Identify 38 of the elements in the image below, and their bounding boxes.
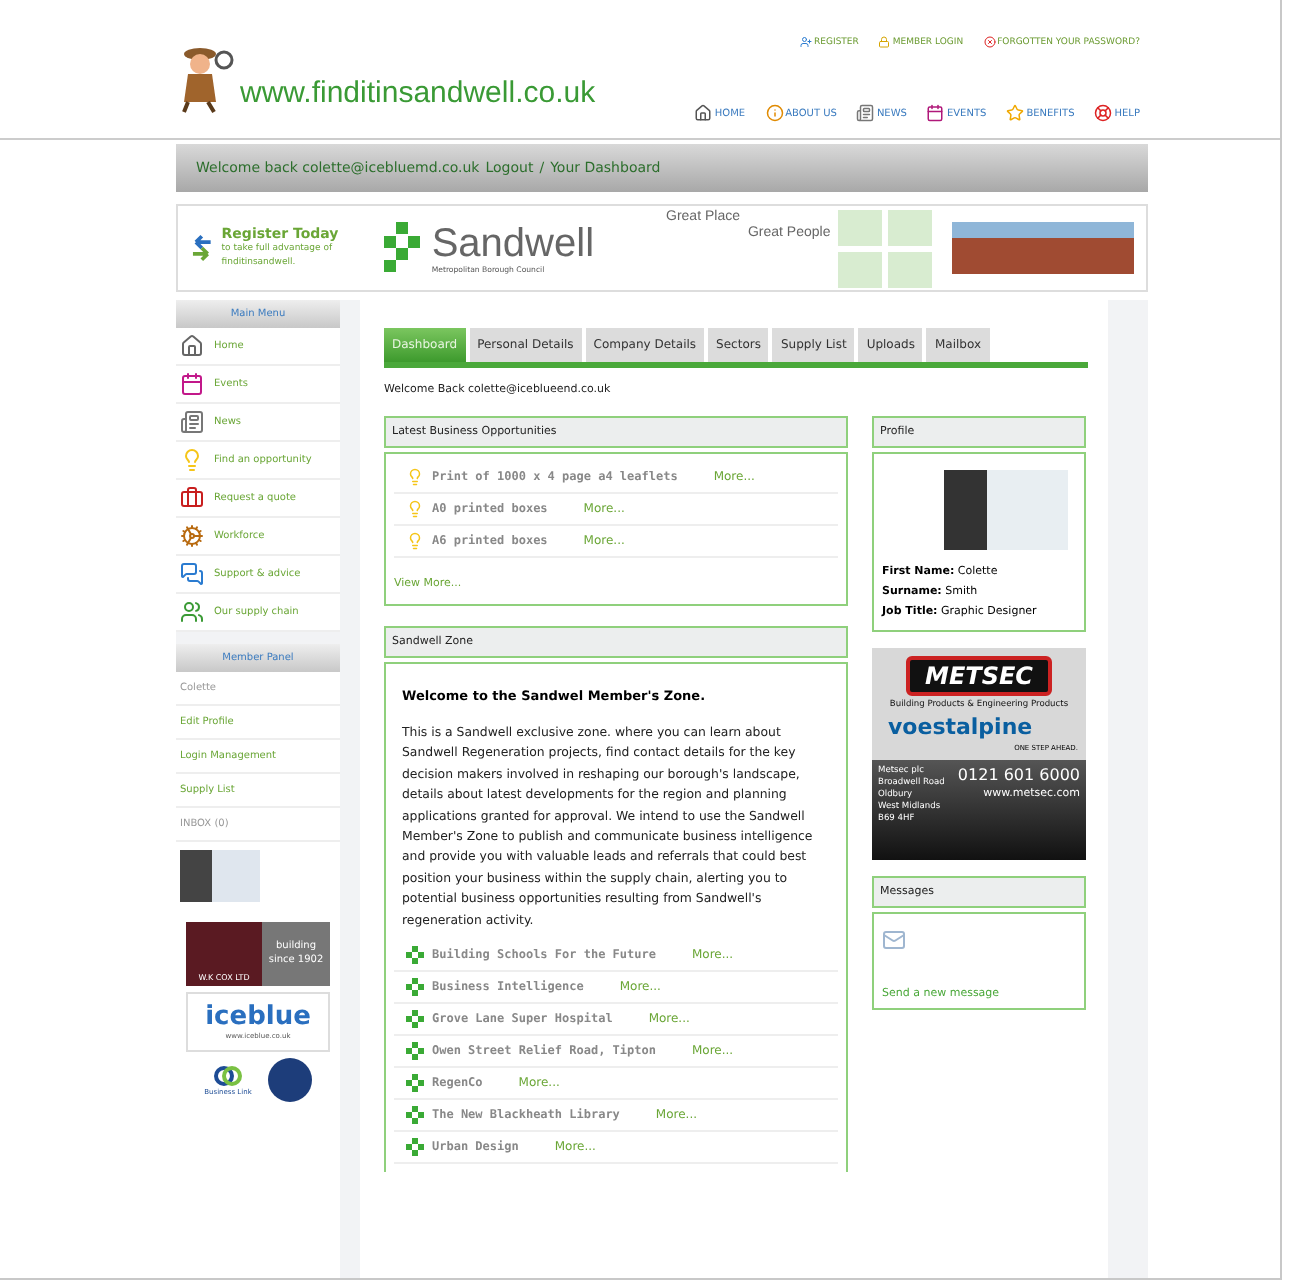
photo-placeholder (944, 470, 1068, 550)
star-icon (1006, 104, 1025, 122)
padlock-icon (878, 36, 891, 48)
close-circle-icon (983, 36, 996, 48)
checker-squares-icon (406, 1042, 424, 1061)
gear-icon (180, 524, 204, 548)
checker-squares-icon (406, 946, 424, 965)
checker-squares-icon (406, 1106, 424, 1125)
lightbulb-icon (406, 468, 424, 486)
newspaper-icon (856, 104, 875, 122)
lightbulb-icon (180, 448, 204, 472)
chat-bubbles-icon (180, 562, 204, 586)
briefcase-icon (180, 486, 204, 510)
advert-brand: METSEC (905, 656, 1053, 696)
checker-squares-icon (406, 1138, 424, 1157)
newspaper-icon (180, 410, 204, 434)
advert-phone: 0121 601 6000 (957, 766, 1080, 784)
council-logo-icon (379, 222, 424, 274)
lightbulb-icon (406, 532, 424, 550)
detective-mascot-drawing (176, 42, 236, 114)
checker-squares-icon (406, 1010, 424, 1029)
user-plus-icon (800, 36, 813, 48)
calendar-icon (180, 372, 204, 396)
info-bubble-icon (765, 104, 784, 122)
square-pattern-drawing (838, 209, 933, 287)
site-logo-text: www.finditinsandwell.co.uk (240, 76, 596, 114)
people-icon (180, 600, 204, 624)
advert-partner: voestalpine (886, 714, 1033, 740)
lifebuoy-icon (1094, 104, 1113, 122)
house-icon (180, 334, 204, 358)
calendar-icon (926, 104, 945, 122)
council-name: Sandwell (431, 223, 595, 263)
checker-squares-icon (406, 978, 424, 997)
photo-placeholder (180, 850, 260, 902)
lightbulb-icon (406, 500, 424, 518)
checker-squares-icon (406, 1074, 424, 1093)
envelope-icon (882, 928, 906, 952)
house-icon (694, 104, 713, 122)
